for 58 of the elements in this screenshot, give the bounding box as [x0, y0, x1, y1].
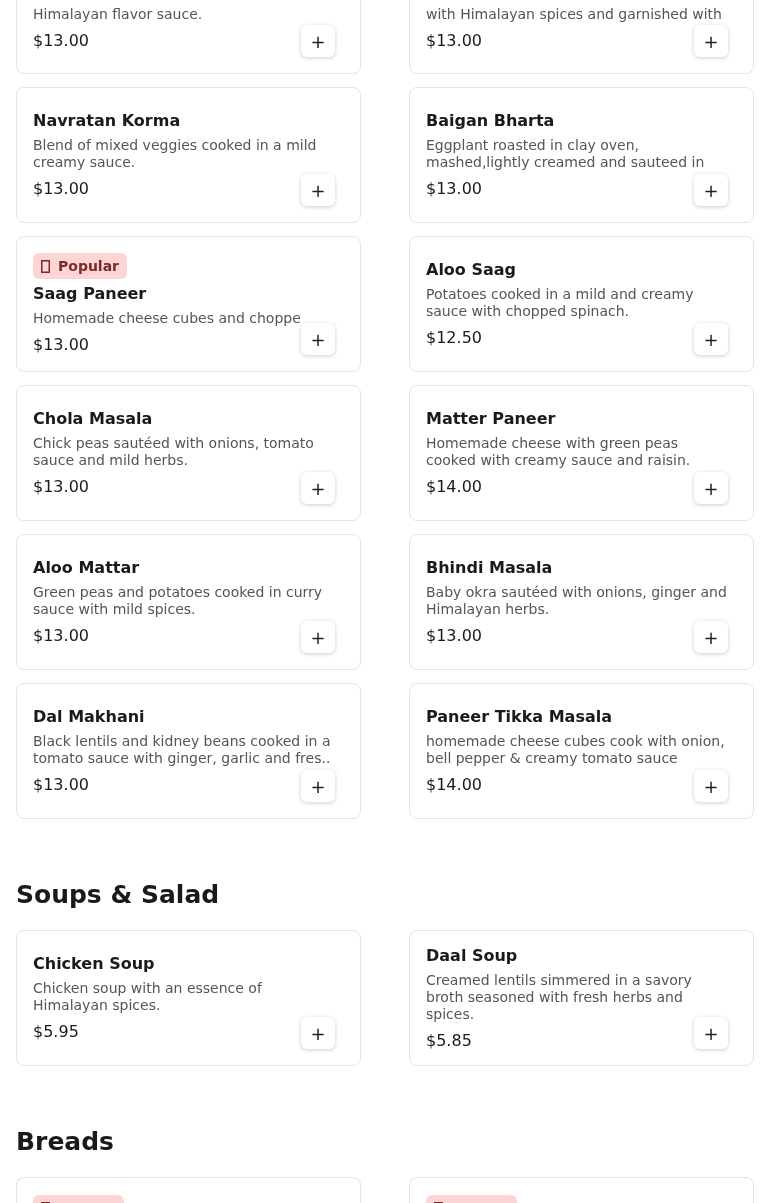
item-name: Daal Soup: [426, 945, 519, 966]
add-button[interactable]: +: [301, 621, 335, 653]
item-description: Himalayan flavor sauce.: [33, 6, 204, 23]
add-button[interactable]: +: [301, 323, 335, 355]
item-description: Green peas and potatoes cooked in curry sauce with mild spices.: [33, 584, 324, 618]
add-button[interactable]: +: [301, 174, 335, 206]
item-price: $13.00: [33, 31, 89, 51]
item-description: Baby okra sautéed with onions, ginger and Himalayan herbs.: [426, 584, 728, 618]
item-price: $14.00: [426, 477, 482, 497]
item-price: $13.00: [33, 775, 89, 795]
item-name: Chicken Soup: [33, 954, 156, 974]
add-button[interactable]: +: [301, 25, 335, 57]
add-button[interactable]: +: [301, 770, 335, 802]
item-description: Chicken soup with an essence of Himalayan spices.: [33, 980, 264, 1014]
item-description: Homemade cheese with green peas cooked with creamy sauce and raisin.: [426, 435, 692, 469]
item-price: $13.00: [33, 477, 89, 497]
item-price: $13.00: [33, 626, 89, 646]
item-name: Aloo Saag: [426, 260, 517, 280]
item-price: $13.00: [426, 31, 482, 51]
add-button[interactable]: +: [694, 621, 728, 653]
item-name: Saag Paneer: [33, 284, 148, 304]
add-button[interactable]: +: [694, 25, 728, 57]
item-price: $5.85: [426, 1030, 472, 1051]
item-description: with Himalayan spices and garnished with: [426, 6, 723, 23]
item-name: Chola Masala: [33, 409, 154, 429]
section-heading: Soups & Salad: [16, 879, 221, 911]
missing-glyph-icon: [41, 259, 50, 273]
item-price: $5.95: [33, 1022, 79, 1042]
item-description: Blend of mixed veggies cooked in a mild creamy sauce.: [33, 137, 318, 171]
add-button[interactable]: +: [694, 770, 728, 802]
add-button[interactable]: +: [694, 323, 728, 355]
item-name: Navratan Korma: [33, 111, 182, 131]
item-name: Matter Paneer: [426, 409, 557, 429]
item-description: Eggplant roasted in clay oven, mashed,lightly creamed and sauteed in: [426, 137, 706, 171]
add-button[interactable]: +: [694, 1017, 728, 1049]
add-button[interactable]: +: [301, 472, 335, 504]
item-price: $13.00: [426, 626, 482, 646]
item-description: Chick peas sautéed with onions, tomato sauce and mild herbs.: [33, 435, 315, 469]
add-button[interactable]: +: [694, 174, 728, 206]
item-name: Paneer Tikka Masala: [426, 707, 613, 727]
item-name: Dal Makhani: [33, 707, 146, 727]
item-name: Bhindi Masala: [426, 558, 554, 578]
item-description: Homemade cheese cubes and choppe: [33, 310, 302, 327]
item-price: $13.00: [426, 179, 482, 199]
item-description: Potatoes cooked in a mild and creamy sauce with chopped spinach.: [426, 286, 695, 320]
item-name: Baigan Bharta: [426, 111, 556, 131]
item-price: $13.00: [33, 179, 89, 199]
popular-badge: Popular: [33, 253, 128, 279]
item-price: $13.00: [33, 335, 89, 355]
item-description: homemade cheese cubes cook with onion, bell pepper & creamy tomato sauce: [426, 733, 726, 767]
add-button[interactable]: +: [694, 472, 728, 504]
item-description: Black lentils and kidney beans cooked in a tomato sauce with ginger, garlic and fres..: [33, 733, 332, 767]
section-heading: Breads: [16, 1126, 115, 1158]
item-price: $14.00: [426, 775, 482, 795]
item-price: $12.50: [426, 328, 482, 348]
item-name: Aloo Mattar: [33, 558, 141, 578]
item-description: Creamed lentils simmered in a savory broth seasoned with fresh herbs and spices.: [426, 971, 693, 1023]
add-button[interactable]: +: [301, 1017, 335, 1049]
